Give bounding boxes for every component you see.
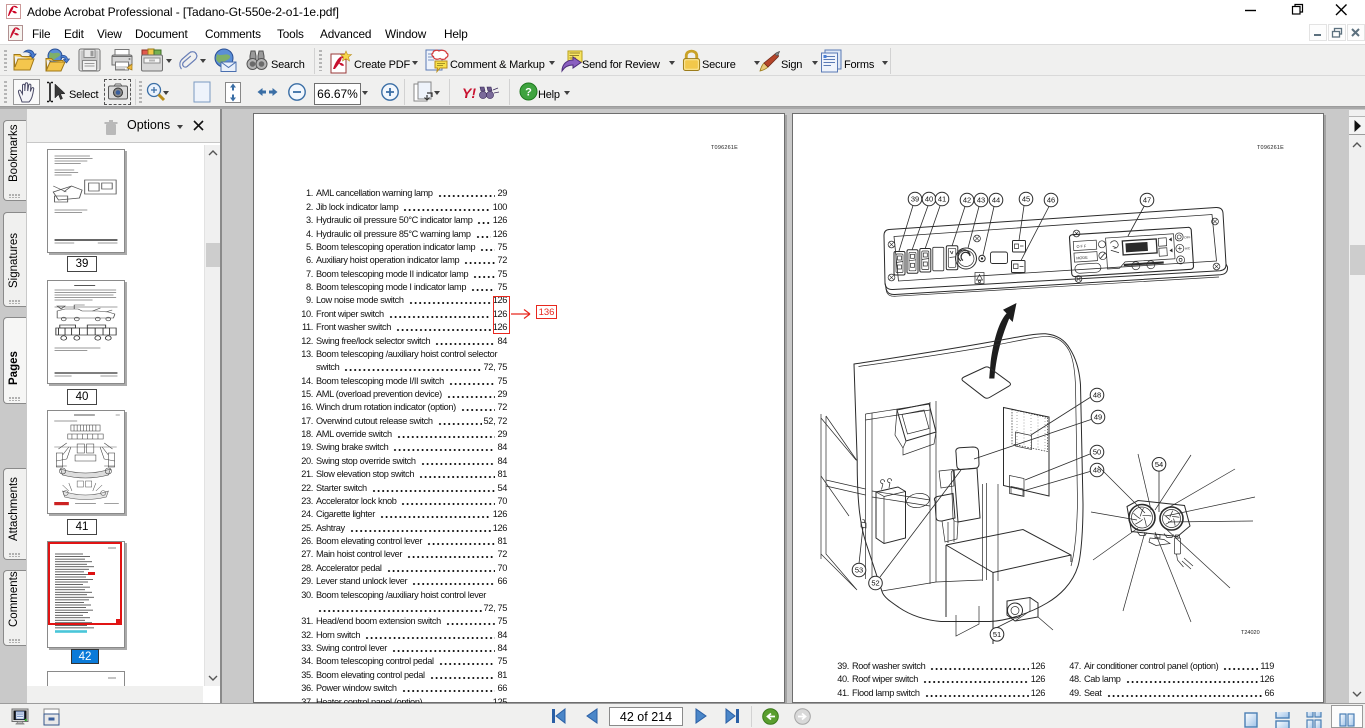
svg-text:O F F: O F F xyxy=(1076,244,1087,249)
svg-text:48: 48 xyxy=(1093,391,1101,400)
svg-text:40: 40 xyxy=(925,195,933,204)
svg-text:48: 48 xyxy=(1093,466,1101,475)
svg-text:44: 44 xyxy=(992,196,1000,205)
svg-text:?: ? xyxy=(525,87,532,99)
svg-text:A/C: A/C xyxy=(1185,246,1191,250)
svg-text:MODE: MODE xyxy=(1076,256,1088,261)
svg-text:OFF: OFF xyxy=(1184,235,1191,239)
svg-text:46: 46 xyxy=(1047,196,1055,205)
svg-text:45: 45 xyxy=(1022,195,1030,204)
svg-text:49: 49 xyxy=(1094,413,1102,422)
svg-text:43: 43 xyxy=(977,196,985,205)
svg-text:52: 52 xyxy=(871,579,879,588)
svg-text:42: 42 xyxy=(963,196,971,205)
svg-text:54: 54 xyxy=(1155,460,1163,469)
svg-text:53: 53 xyxy=(855,566,863,575)
svg-text:47: 47 xyxy=(1143,196,1151,205)
svg-text:51: 51 xyxy=(993,630,1001,639)
svg-text:50: 50 xyxy=(1093,448,1101,457)
svg-text:39: 39 xyxy=(911,195,919,204)
svg-text:41: 41 xyxy=(938,195,946,204)
